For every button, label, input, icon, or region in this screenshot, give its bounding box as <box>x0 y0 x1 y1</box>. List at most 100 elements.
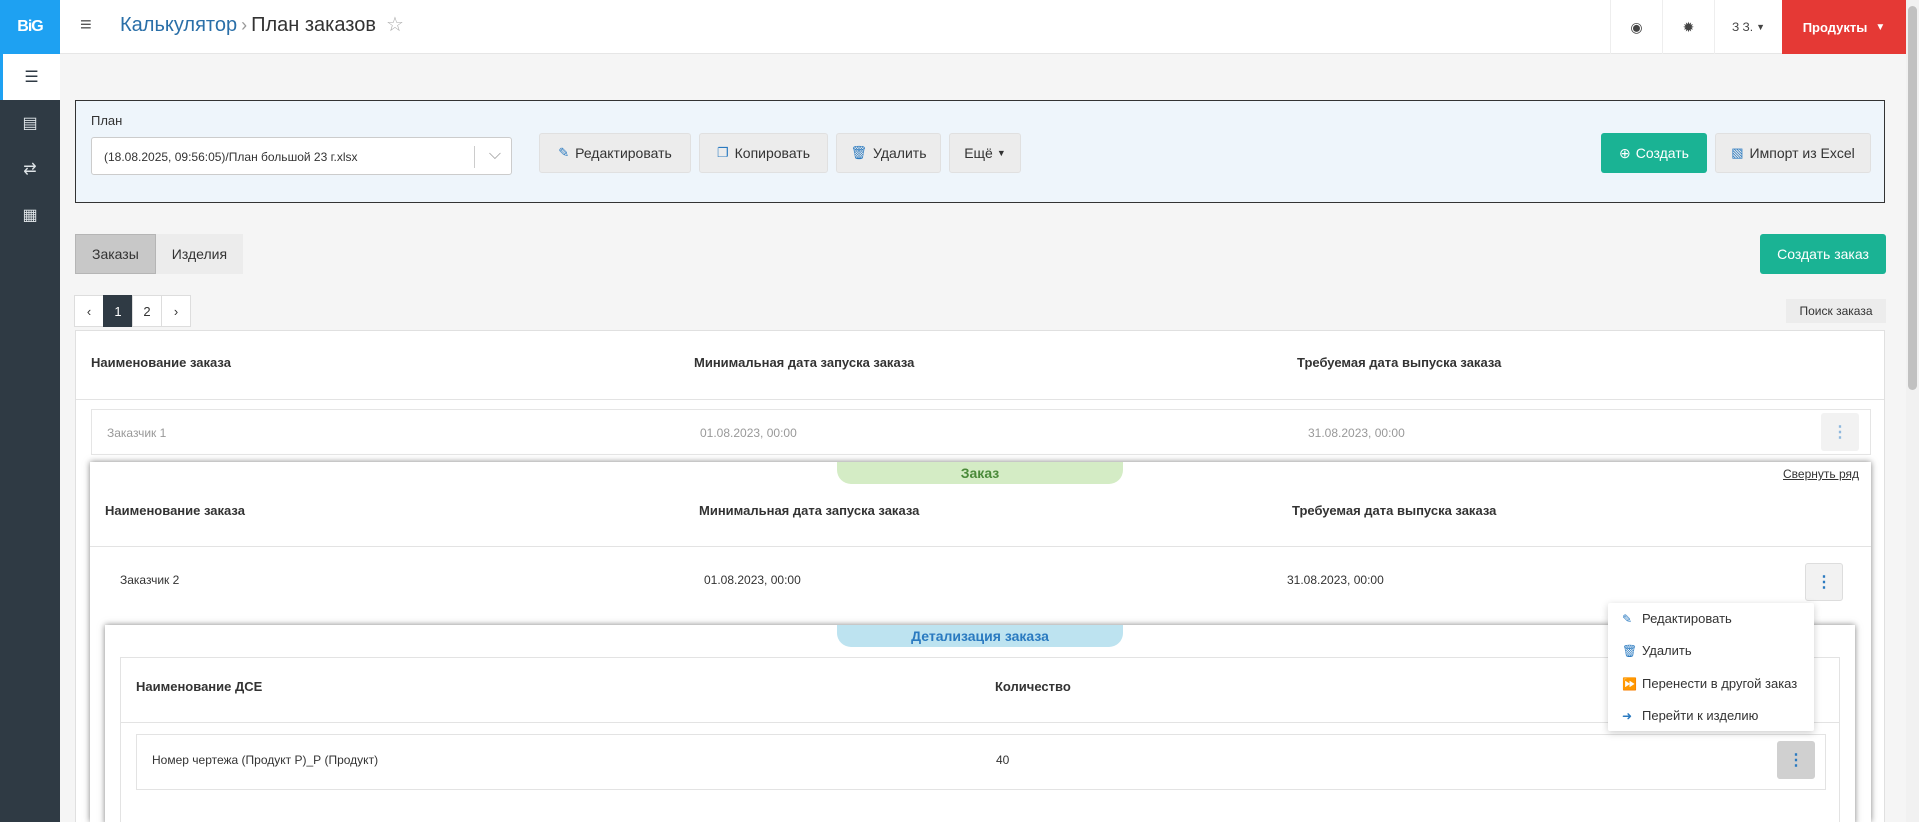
document-icon: ▤ <box>22 115 38 132</box>
menu-item-goto-label: Перейти к изделию <box>1642 708 1759 723</box>
caret-down-icon: ▼ <box>1875 21 1886 33</box>
order-actions-kebab-icon[interactable]: ⋮ <box>1805 563 1843 601</box>
create-order-button[interactable]: Создать заказ <box>1760 234 1886 274</box>
trash-icon: 🗑 <box>1622 643 1638 658</box>
plan-panel: План (18.08.2025, 09:56:05)/План большой… <box>75 100 1885 203</box>
caret-down-icon: ▼ <box>996 148 1006 158</box>
delete-plan-label: Удалить <box>873 145 927 161</box>
pagination: ‹ 1 2 › <box>74 295 191 327</box>
products-dropdown[interactable]: Продукты ▼ <box>1782 0 1906 54</box>
menu-item-edit-label: Редактировать <box>1642 611 1732 626</box>
order-expanded-panel: Заказ Свернуть ряд Наименование заказа М… <box>90 462 1871 822</box>
calculator-icon: ▦ <box>22 207 38 224</box>
create-plan-label: Создать <box>1635 145 1689 161</box>
copy-plan-label: Копировать <box>734 145 811 161</box>
page-1-button[interactable]: 1 <box>103 295 133 327</box>
user-name: З З. <box>1731 20 1754 34</box>
view-tabs: Заказы Изделия <box>75 234 244 274</box>
search-order-button[interactable]: Поиск заказа <box>1786 299 1886 323</box>
detail-pill: Детализация заказа <box>837 625 1123 647</box>
detail-table: Наименование ДСЕ Количество Номер чертеж… <box>120 657 1840 822</box>
user-menu[interactable]: З З. ▼ <box>1714 0 1782 54</box>
row-actions-menu: ✎ Редактировать 🗑 Удалить ⏩ Перенести в дру… <box>1608 603 1814 731</box>
products-label: Продукты <box>1802 19 1868 35</box>
fast-forward-icon: ⏩ <box>1622 676 1637 691</box>
edit-plan-label: Редактировать <box>575 145 672 161</box>
import-excel-label: Импорт из Excel <box>1749 145 1855 161</box>
table-row[interactable]: Номер чертежа (Продукт Р)_Р (Продукт) 40… <box>136 734 1826 790</box>
col-required-release-date: Требуемая дата выпуска заказа <box>1297 355 1502 370</box>
col-required-release-date: Требуемая дата выпуска заказа <box>1292 503 1497 518</box>
delete-plan-button[interactable]: 🗑 Удалить <box>836 133 941 173</box>
dse-name-cell: Номер чертежа (Продукт Р)_Р (Продукт) <box>152 753 379 767</box>
col-quantity: Количество <box>995 679 1071 694</box>
menu-item-edit[interactable]: ✎ Редактировать <box>1622 611 1732 626</box>
settings-button[interactable]: ✹ <box>1662 0 1714 54</box>
order-name-cell: Заказчик 1 <box>107 426 167 440</box>
quantity-cell: 40 <box>996 753 1010 767</box>
page-next-button[interactable]: › <box>161 295 191 327</box>
scrollbar-thumb[interactable] <box>1908 6 1917 390</box>
col-order-name: Наименование заказа <box>91 355 231 370</box>
col-order-name: Наименование заказа <box>105 503 245 518</box>
more-label: Ещё <box>964 145 993 161</box>
page-2-button[interactable]: 2 <box>132 295 162 327</box>
favorite-star-icon[interactable]: ☆ <box>386 14 404 36</box>
sidebar: BiG ☰ ▤ ⇄ ▦ <box>0 0 60 822</box>
page-title: План заказов <box>251 14 376 36</box>
collapse-row-link[interactable]: Свернуть ряд <box>1783 467 1859 481</box>
order-min-date-cell: 01.08.2023, 00:00 <box>704 573 801 587</box>
plan-label: План <box>91 113 123 128</box>
breadcrumb-calculator-link[interactable]: Калькулятор <box>120 14 237 36</box>
sidebar-item-exchange[interactable]: ⇄ <box>0 146 60 192</box>
table-row[interactable]: Заказчик 1 01.08.2023, 00:00 31.08.2023,… <box>91 409 1871 455</box>
import-excel-button[interactable]: ▧ Импорт из Excel <box>1715 133 1871 173</box>
order-req-date-cell: 31.08.2023, 00:00 <box>1287 573 1384 587</box>
page-prev-button[interactable]: ‹ <box>74 295 104 327</box>
menu-item-goto-product[interactable]: ➜ Перейти к изделию <box>1622 708 1758 723</box>
header-divider <box>121 722 1839 723</box>
copy-icon: ❐ <box>716 145 729 160</box>
trash-icon: 🗑 <box>850 145 868 160</box>
tab-products[interactable]: Изделия <box>155 234 244 274</box>
sidebar-item-calculator[interactable]: ▦ <box>0 192 60 238</box>
copy-plan-button[interactable]: ❐ Копировать <box>699 133 828 173</box>
chevron-down-icon[interactable]: ⌵ <box>489 146 501 164</box>
col-min-start-date: Минимальная дата запуска заказа <box>699 503 920 518</box>
menu-item-move[interactable]: ⏩ Перенести в другой заказ <box>1622 676 1797 691</box>
sidebar-item-list[interactable]: ☰ <box>0 54 60 100</box>
breadcrumb: Калькулятор › План заказов ☆ <box>120 12 404 37</box>
caret-down-icon: ▼ <box>1756 22 1766 32</box>
create-plan-button[interactable]: ⊕ Создать <box>1601 133 1707 173</box>
header-divider <box>90 546 1871 547</box>
order-name-cell: Заказчик 2 <box>120 573 180 587</box>
excel-file-icon: ▧ <box>1731 145 1744 160</box>
edit-icon: ✎ <box>1622 611 1633 626</box>
arrow-right-circle-icon: ➜ <box>1622 708 1633 723</box>
detail-actions-kebab-icon[interactable]: ⋮ <box>1777 741 1815 779</box>
menu-item-delete[interactable]: 🗑 Удалить <box>1622 643 1692 658</box>
language-button[interactable]: ◉ <box>1610 0 1662 54</box>
page-scrollbar[interactable] <box>1906 0 1919 822</box>
col-dse-name: Наименование ДСЕ <box>136 679 263 694</box>
topbar: ≡ Калькулятор › План заказов ☆ ◉ ✹ З З. ▼ Пр… <box>60 0 1906 54</box>
order-req-date-cell: 31.08.2023, 00:00 <box>1308 426 1405 440</box>
plan-select[interactable]: (18.08.2025, 09:56:05)/План большой 23 г… <box>91 137 512 175</box>
globe-icon: ◉ <box>1630 18 1643 35</box>
edit-icon: ✎ <box>558 145 570 160</box>
more-button[interactable]: Ещё ▼ <box>949 133 1021 173</box>
edit-plan-button[interactable]: ✎ Редактировать <box>539 133 691 173</box>
plan-select-value: (18.08.2025, 09:56:05)/План большой 23 г… <box>104 150 358 164</box>
plus-circle-icon: ⊕ <box>1619 144 1631 161</box>
sidebar-item-documents[interactable]: ▤ <box>0 100 60 146</box>
menu-toggle-icon[interactable]: ≡ <box>80 14 92 37</box>
list-icon: ☰ <box>24 69 39 86</box>
row-actions-kebab-icon[interactable]: ⋮ <box>1821 413 1859 451</box>
tab-orders[interactable]: Заказы <box>75 234 156 274</box>
menu-item-delete-label: Удалить <box>1642 643 1692 658</box>
app-logo[interactable]: BiG <box>0 0 60 54</box>
gear-icon: ✹ <box>1682 18 1695 35</box>
order-min-date-cell: 01.08.2023, 00:00 <box>700 426 797 440</box>
menu-item-move-label: Перенести в другой заказ <box>1642 676 1798 691</box>
header-divider <box>76 399 1884 400</box>
